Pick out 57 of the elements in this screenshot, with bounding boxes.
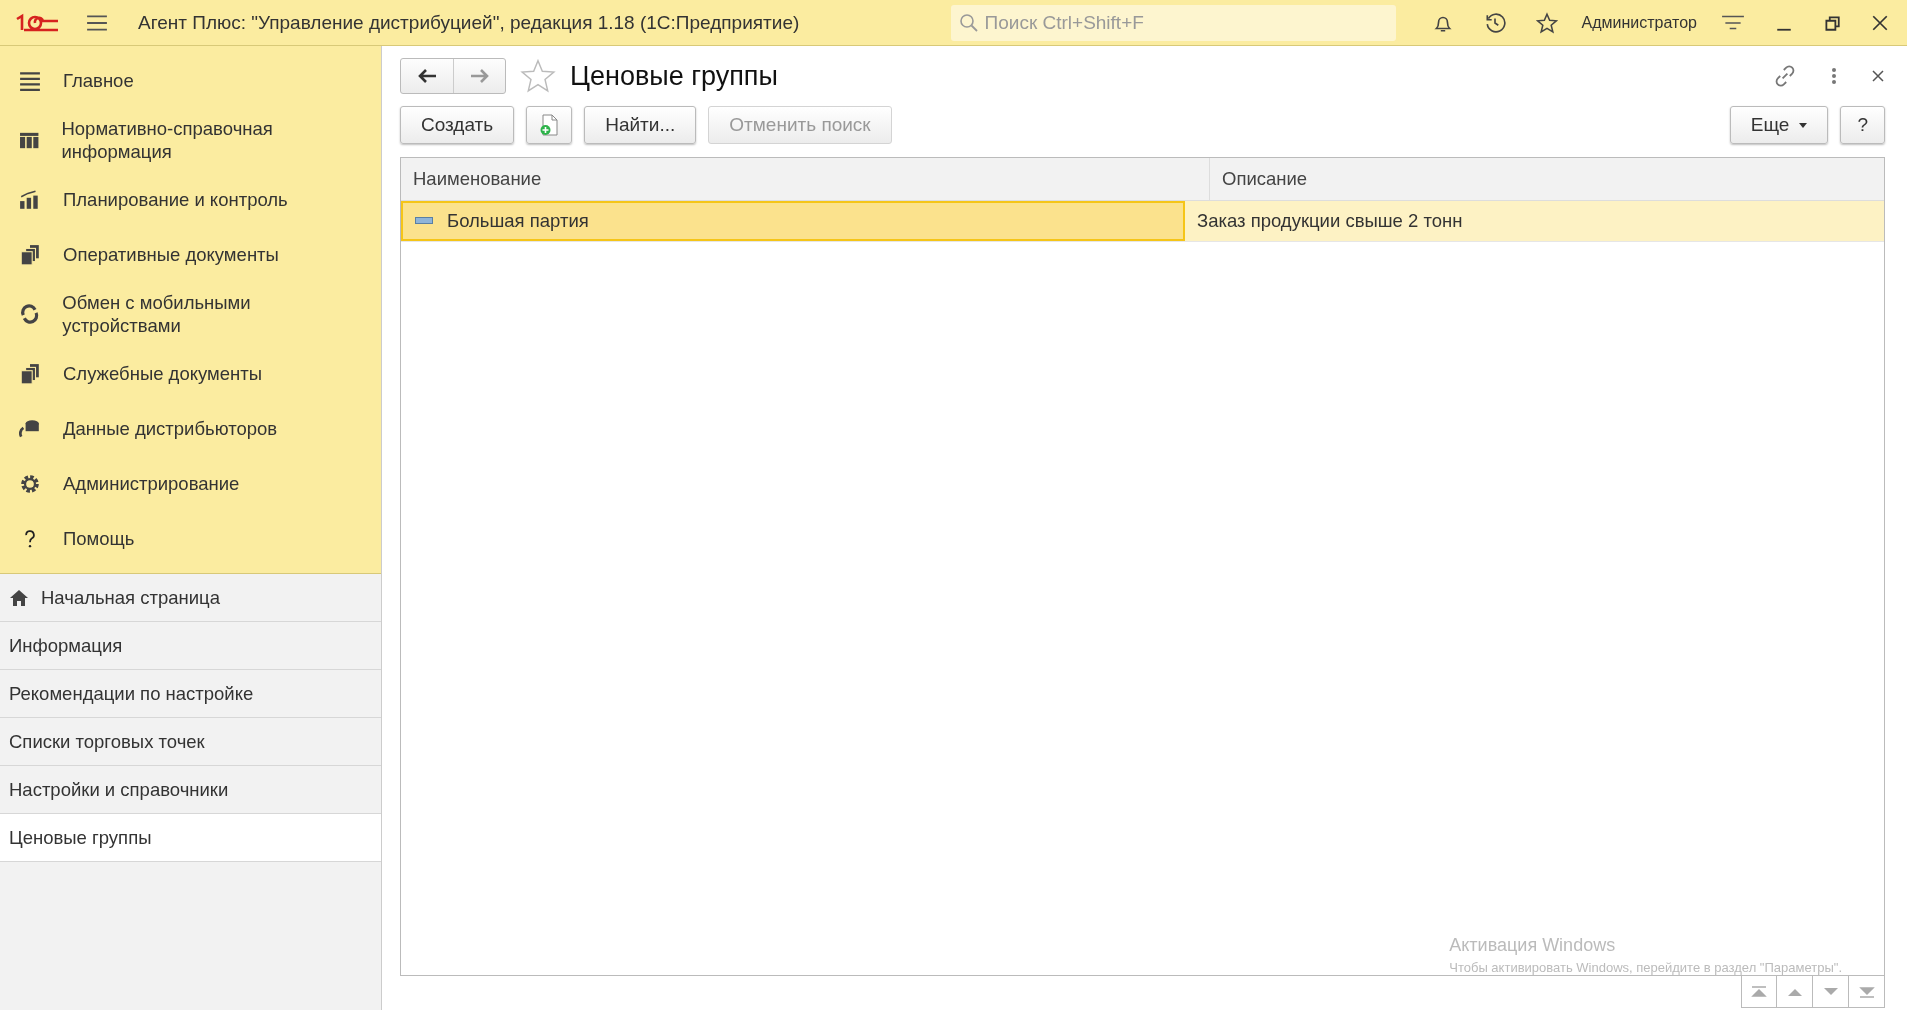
toolbar-button[interactable]: Найти... — [584, 106, 697, 144]
menu-icon[interactable] — [86, 13, 108, 32]
star-icon[interactable] — [1535, 11, 1558, 34]
last-icon — [1858, 985, 1875, 998]
section-item[interactable]: Помощь — [0, 512, 381, 565]
toolbar-button[interactable]: Создать — [400, 106, 515, 144]
section-item[interactable]: Оперативные документы — [0, 228, 381, 281]
documents-icon — [19, 243, 41, 266]
section-item[interactable]: Данные дистрибьюторов — [0, 402, 381, 455]
left-arrow-icon — [417, 69, 437, 83]
history-icon[interactable] — [1483, 11, 1506, 34]
gear-icon — [19, 472, 41, 495]
page-tab[interactable]: Начальная страница — [0, 574, 381, 622]
watermark-text: Чтобы активировать Windows, перейдите в раздел "Параметры". — [1449, 960, 1842, 975]
up-icon — [1786, 986, 1803, 997]
more-icon[interactable] — [1831, 66, 1837, 86]
page-tab[interactable]: Информация — [0, 622, 381, 670]
page-tab[interactable]: Рекомендации по настройке — [0, 670, 381, 718]
documents-icon — [19, 362, 41, 385]
section-item[interactable]: Обмен с мобильными устройствами — [0, 283, 381, 345]
close-icon[interactable] — [1871, 69, 1885, 83]
page-tab[interactable]: Списки торговых точек — [0, 718, 381, 766]
section-item[interactable]: Главное — [0, 54, 381, 107]
item-icon — [415, 217, 433, 225]
refresh-icon — [19, 303, 41, 325]
down-icon — [1822, 986, 1839, 997]
first-icon — [1751, 985, 1767, 998]
document-plus-icon — [539, 114, 560, 136]
search-field[interactable]: Поиск Ctrl+Shift+F — [950, 4, 1396, 41]
column-header[interactable]: Наименование — [401, 158, 1210, 200]
user-name[interactable]: Администратор — [1581, 13, 1697, 32]
page-tab[interactable]: Ценовые группы — [0, 814, 381, 862]
section-item[interactable]: Администрирование — [0, 457, 381, 510]
help-button[interactable]: ? — [1840, 106, 1885, 144]
star-icon[interactable] — [520, 58, 556, 94]
home-icon — [9, 588, 29, 607]
restore-icon[interactable] — [1823, 13, 1841, 32]
add-document-button[interactable] — [526, 106, 573, 144]
caret-icon — [1799, 122, 1808, 128]
table-cell: Большая партия — [401, 201, 1185, 241]
more-button[interactable]: Еще — [1729, 106, 1829, 144]
logo-icon[interactable] — [14, 12, 60, 33]
form-title: Ценовые группы — [570, 60, 778, 92]
bar-chart-icon — [19, 188, 41, 211]
close-icon[interactable] — [1871, 13, 1889, 32]
list-icon — [19, 69, 41, 92]
section-item[interactable]: Нормативно-справочная информация — [0, 109, 381, 171]
column-header[interactable]: Описание — [1210, 158, 1884, 200]
section-item[interactable]: Служебные документы — [0, 347, 381, 400]
watermark-title: Активация Windows — [1449, 935, 1617, 956]
section-item[interactable]: Планирование и контроль — [0, 173, 381, 226]
right-arrow-icon — [469, 69, 490, 83]
search-icon — [958, 12, 979, 33]
table-cell-text: Заказ продукции свыше 2 тонн — [1196, 209, 1464, 233]
link-icon[interactable] — [1773, 64, 1797, 88]
table-row[interactable]: Большая партия Заказ продукции свыше 2 тонн — [401, 201, 1884, 242]
window-title: Агент Плюс: "Управление дистрибуцией", редакция 1.18 (1С:Предприятие) — [138, 11, 800, 34]
